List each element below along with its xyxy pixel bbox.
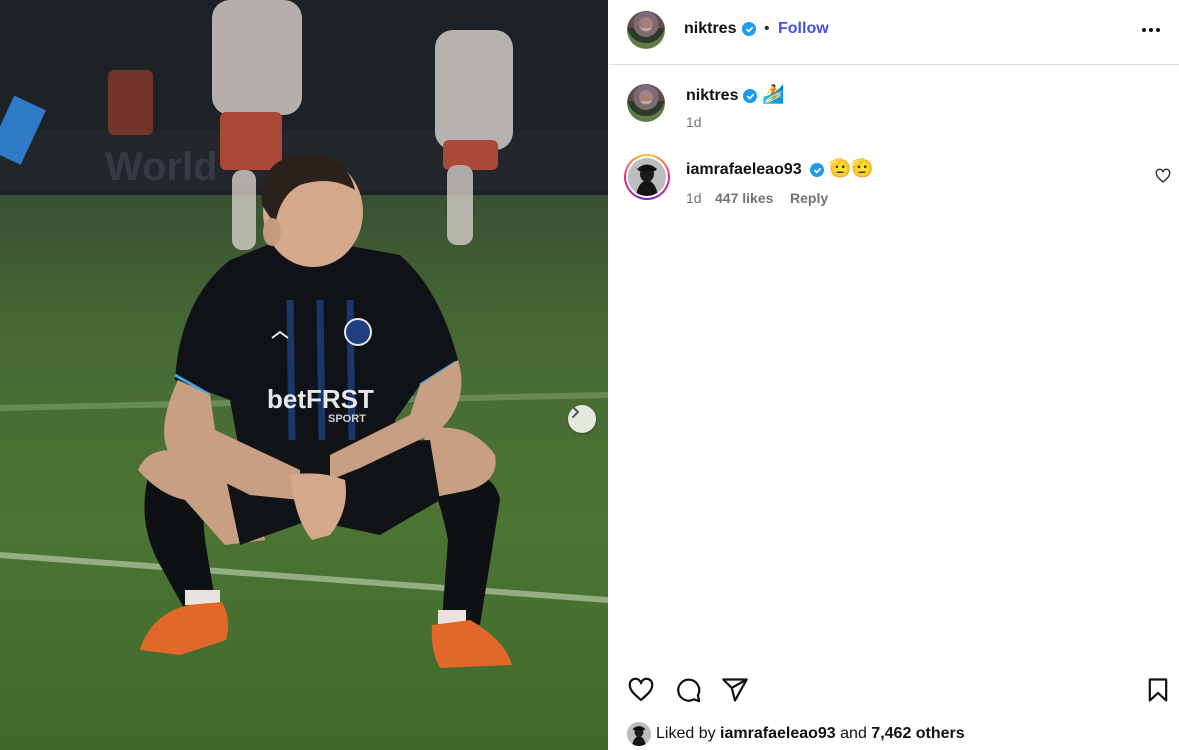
comment-like-button[interactable]: [1155, 168, 1171, 184]
more-options-icon[interactable]: [1142, 22, 1166, 38]
post-header: niktres • Follow: [609, 0, 1179, 65]
svg-text:World: World: [105, 145, 218, 189]
caption-timestamp[interactable]: 1d: [686, 114, 702, 130]
liked-by-prefix: Liked by: [656, 725, 716, 742]
kit-sponsor-text: betFRST: [267, 384, 374, 414]
header-separator: •: [764, 20, 770, 37]
comment-icon: [677, 678, 701, 703]
photo-illustration: World betFRST SPORT: [0, 0, 608, 668]
comment-button[interactable]: [674, 676, 702, 704]
comment-likes[interactable]: 447 likes: [715, 190, 773, 206]
liked-by-row: Liked by iamrafaeleao93 and 7,462 others: [627, 720, 1167, 748]
verified-badge-icon: [810, 163, 824, 177]
follow-button[interactable]: Follow: [778, 20, 829, 38]
comment-reply-button[interactable]: Reply: [790, 190, 828, 206]
comment-timestamp[interactable]: 1d: [686, 190, 702, 206]
kit-sponsor-sub: SPORT: [328, 413, 366, 425]
save-button[interactable]: [1144, 676, 1172, 704]
action-bar: [609, 672, 1179, 708]
verified-badge-icon: [743, 89, 757, 103]
bookmark-icon: [1148, 678, 1168, 702]
post-photo[interactable]: World betFRST SPORT: [0, 0, 608, 750]
post-panel: niktres • Follow niktres 🏄 1d iamrafaele…: [609, 0, 1179, 750]
caption-author-avatar[interactable]: [627, 84, 665, 122]
liked-by-connector: and: [840, 725, 867, 742]
next-photo-button[interactable]: [568, 405, 596, 433]
author-avatar[interactable]: [627, 11, 665, 49]
liked-by-others[interactable]: 7,462 others: [871, 725, 964, 742]
share-icon: [722, 678, 748, 702]
chevron-right-icon: [572, 406, 579, 418]
liked-by-avatar[interactable]: [627, 722, 651, 746]
comment-text: 🫡🫡: [829, 158, 874, 178]
like-button[interactable]: [627, 676, 655, 704]
caption-text: 🏄: [762, 84, 785, 104]
heart-outline-icon: [1155, 168, 1171, 183]
verified-badge-icon: [742, 22, 756, 36]
liked-by-text: Liked by iamrafaeleao93 and 7,462 others: [656, 725, 965, 743]
liked-by-user[interactable]: iamrafaeleao93: [720, 725, 836, 742]
heart-icon: [628, 677, 654, 702]
commenter-avatar[interactable]: [624, 154, 670, 200]
share-button[interactable]: [721, 676, 749, 704]
caption-author-username[interactable]: niktres: [686, 87, 738, 105]
author-username[interactable]: niktres: [684, 20, 736, 38]
commenter-username[interactable]: iamrafaeleao93: [686, 161, 802, 179]
